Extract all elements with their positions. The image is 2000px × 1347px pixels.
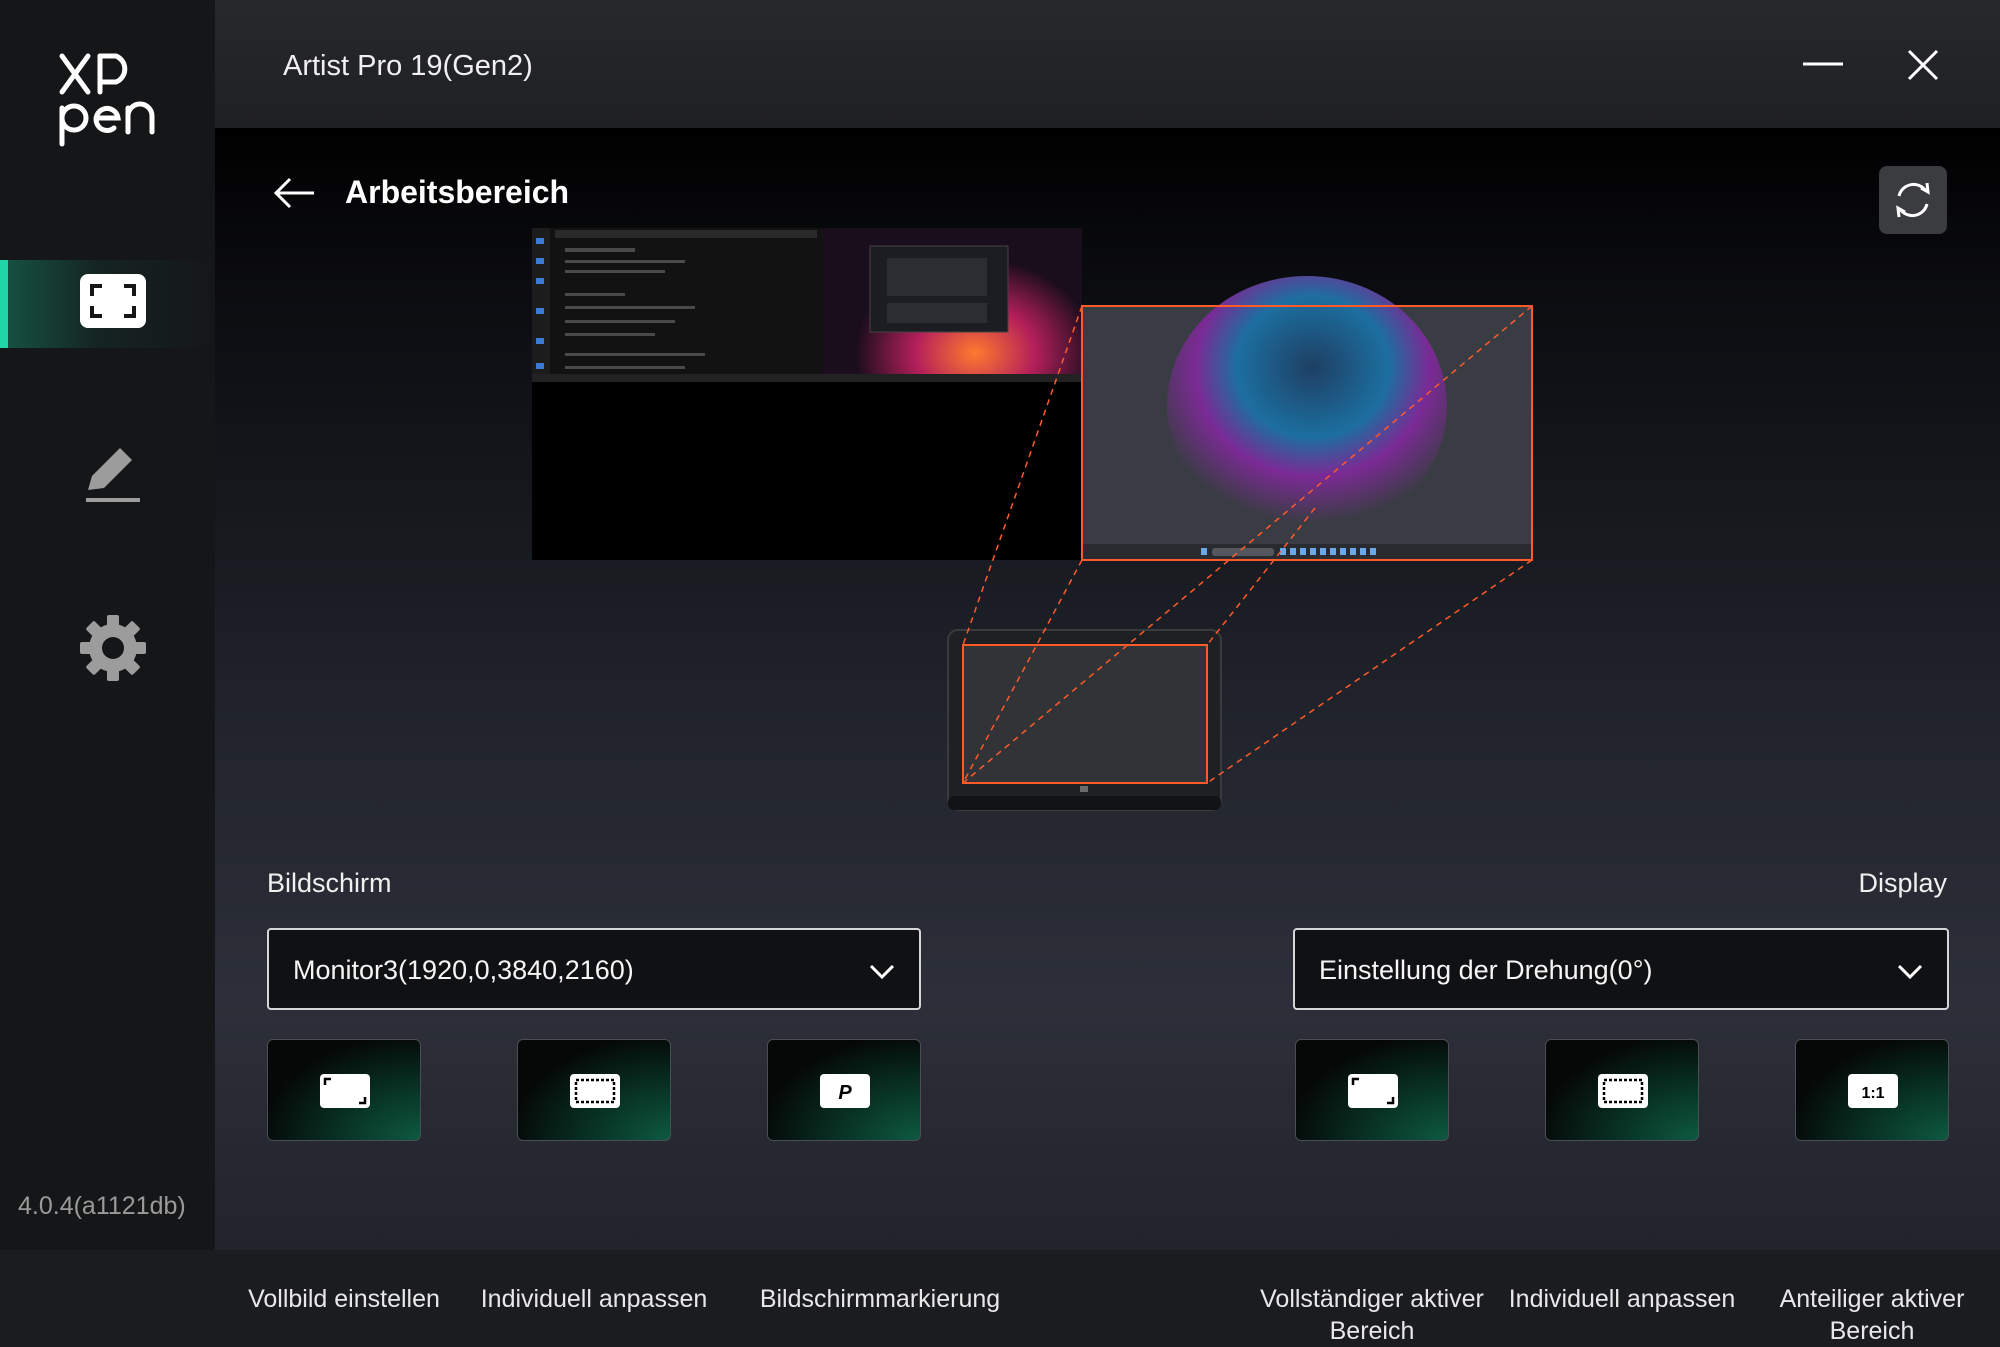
page-title: Arbeitsbereich	[345, 174, 570, 210]
back-button[interactable]	[270, 173, 318, 213]
close-icon	[1907, 49, 1939, 81]
refresh-icon	[1896, 182, 1930, 218]
rotation-select[interactable]: Einstellung der Drehung(0°)	[1293, 928, 1949, 1010]
app-title: Artist Pro 19(Gen2)	[283, 50, 533, 82]
sidebar-item-workspace[interactable]	[0, 260, 215, 348]
monitor-select-value: Monitor3(1920,0,3840,2160)	[293, 955, 634, 985]
minimize-icon	[1803, 62, 1843, 66]
full-active-area-icon	[1348, 1074, 1398, 1108]
minimize-button[interactable]	[1798, 40, 1848, 90]
main-panel: Arbeitsbereich Bildschirm Monitor3(1920,…	[215, 128, 2000, 1345]
monitor-3-thumbnail	[1081, 276, 1533, 561]
proportional-area-icon: 1:1	[1848, 1074, 1898, 1108]
custom-area-icon	[570, 1074, 620, 1108]
full-active-area-label: Vollständiger aktiver Bereich	[1260, 1285, 1484, 1345]
sidebar-item-settings[interactable]	[0, 604, 215, 692]
fullscreen-label: Vollbild einstellen	[248, 1285, 440, 1313]
screen-mark-button[interactable]: P	[767, 1039, 921, 1141]
sidebar-item-pen[interactable]	[0, 430, 215, 518]
arrow-left-icon	[273, 177, 314, 209]
monitor-1-thumbnail	[532, 228, 822, 382]
proportional-area-button[interactable]: 1:1	[1795, 1039, 1949, 1141]
close-button[interactable]	[1898, 40, 1948, 90]
proportional-area-glyph: 1:1	[1861, 1085, 1884, 1102]
refresh-button[interactable]	[1879, 166, 1947, 234]
custom-display-area-label: Individuell anpassen	[1508, 1285, 1736, 1313]
title-bar: Artist Pro 19(Gen2)	[215, 0, 2000, 128]
screen-mark-label: Bildschirmmarkierung	[759, 1285, 1001, 1313]
pen-icon	[78, 440, 148, 508]
mapping-lines	[962, 305, 1533, 784]
custom-display-area-button[interactable]	[1545, 1039, 1699, 1141]
monitor-2-thumbnail	[822, 228, 1095, 448]
custom-area-icon	[1598, 1074, 1648, 1108]
workspace-preview	[532, 228, 1533, 811]
version-label: 4.0.4(a1121db)	[18, 1192, 186, 1220]
gear-icon	[78, 614, 148, 682]
screen-mark-glyph: P	[838, 1082, 852, 1104]
screen-label: Bildschirm	[267, 868, 392, 898]
full-active-area-button[interactable]	[1295, 1039, 1449, 1141]
xppen-logo	[52, 48, 162, 148]
rotation-select-value: Einstellung der Drehung(0°)	[1319, 955, 1653, 985]
proportional-area-label: Anteiliger aktiver Bereich	[1779, 1285, 1965, 1345]
screen-mark-icon: P	[820, 1074, 870, 1108]
monitor-blank-area	[532, 382, 1082, 560]
fullscreen-button[interactable]	[267, 1039, 421, 1141]
chevron-down-icon	[869, 964, 895, 980]
tablet-device	[947, 629, 1222, 811]
monitor-select[interactable]: Monitor3(1920,0,3840,2160)	[267, 928, 921, 1010]
custom-screen-area-label: Individuell anpassen	[480, 1285, 708, 1313]
sidebar: 4.0.4(a1121db)	[0, 0, 215, 1250]
workspace-frame-icon	[78, 270, 148, 338]
chevron-down-icon	[1897, 964, 1923, 980]
fullscreen-icon	[320, 1074, 370, 1108]
custom-screen-area-button[interactable]	[517, 1039, 671, 1141]
display-label: Display	[1858, 868, 1947, 898]
